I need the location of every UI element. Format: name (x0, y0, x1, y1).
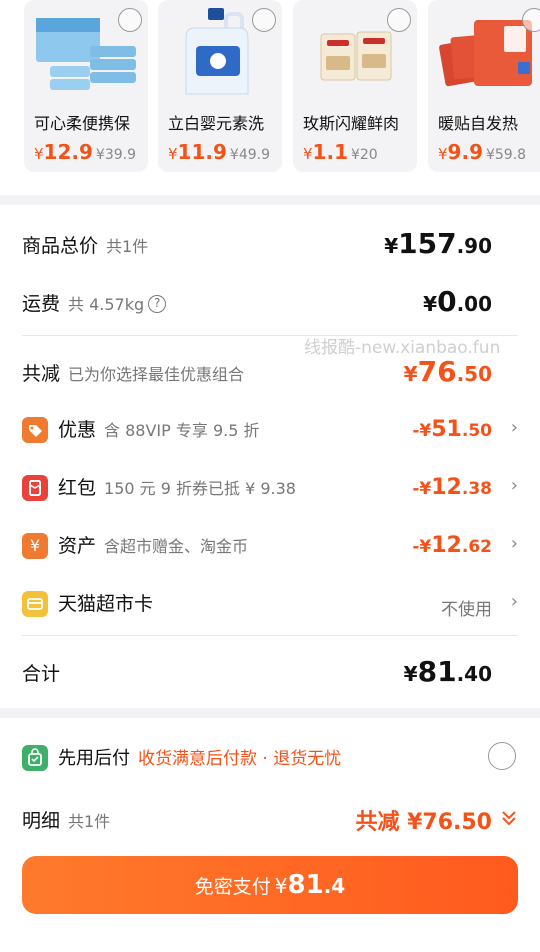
detail-row[interactable]: 明细 共1件 共减 ¥76.50 (22, 806, 518, 835)
supermarket-card-row[interactable]: 天猫超市卡 不使用 › (22, 589, 518, 620)
product-select-circle[interactable] (252, 8, 276, 32)
double-chevron-down-icon[interactable] (500, 808, 518, 832)
product-price: ¥1.1 ¥20 (303, 140, 378, 164)
detail-label: 明细 (22, 810, 61, 832)
product-card[interactable]: 可心柔便携保 ¥12.9 ¥39.9 (24, 0, 148, 172)
pay-later-row[interactable]: 先用后付 收货满意后付款 · 退货无忧 (22, 744, 518, 773)
yen-coin-icon: ¥ (22, 532, 48, 559)
chevron-right-icon: › (510, 475, 518, 496)
product-name: 可心柔便携保 (34, 114, 131, 133)
shipping-row: 运费共 4.57kg? ¥0.00 (22, 285, 518, 318)
shipping-amount: ¥0.00 (423, 285, 492, 318)
product-select-circle[interactable] (522, 8, 540, 32)
card-value: 不使用 (441, 600, 492, 620)
pay-button[interactable]: 免密支付 ¥81.4 (22, 856, 518, 914)
divider (22, 635, 518, 636)
chevron-right-icon: › (510, 417, 518, 438)
reduction-label: 共减 (22, 363, 61, 385)
order-summary: 商品总价 共1件 ¥157.90 运费共 4.57kg? ¥0.00 线报酷-ne… (0, 205, 540, 708)
promo-amount: -¥51.50 (412, 417, 492, 442)
subtotal-amount: ¥157.90 (384, 227, 492, 260)
detail-reduction: 共减 ¥76.50 (355, 810, 492, 835)
card-label: 天猫超市卡 (58, 593, 154, 615)
shipping-label: 运费 (22, 293, 61, 315)
product-card[interactable]: 玫斯闪耀鲜肉 ¥1.1 ¥20 (293, 0, 417, 172)
total-label: 合计 (22, 663, 61, 685)
reduction-desc: 已为你选择最佳优惠组合 (68, 365, 245, 384)
redpack-desc: 150 元 9 折券已抵 ¥ 9.38 (104, 479, 296, 498)
promo-row[interactable]: 优惠含 88VIP 专享 9.5 折 -¥51.50 › (22, 415, 518, 445)
detail-count: 共1件 (68, 812, 111, 831)
subtotal-count: 共1件 (106, 237, 149, 256)
product-name: 立白婴元素洗 (168, 114, 265, 133)
chevron-right-icon: › (510, 533, 518, 554)
red-packet-icon (22, 474, 48, 501)
shipping-weight: 共 4.57kg (68, 295, 145, 314)
pay-later-radio[interactable] (488, 742, 516, 770)
recommended-products: 可心柔便携保 ¥12.9 ¥39.9 立白婴元素洗 ¥11.9 ¥49.9 玫斯… (0, 0, 540, 195)
shopping-bag-check-icon (22, 744, 48, 771)
tag-icon (22, 416, 48, 443)
pay-later-desc: 收货满意后付款 · 退货无忧 (138, 749, 342, 769)
reduction-amount: ¥76.50 (403, 355, 492, 388)
help-icon[interactable]: ? (148, 294, 167, 313)
product-price: ¥12.9 ¥39.9 (34, 140, 136, 164)
promo-label: 优惠 (58, 419, 97, 441)
total-row: 合计 ¥81.40 (22, 655, 518, 688)
redpack-label: 红包 (58, 477, 97, 499)
product-select-circle[interactable] (387, 8, 411, 32)
redpack-amount: -¥12.38 (412, 475, 492, 500)
redpack-row[interactable]: 红包 150 元 9 折券已抵 ¥ 9.38 -¥12.38 › (22, 473, 518, 503)
total-reduction-row: 共减 已为你选择最佳优惠组合 ¥76.50 (22, 355, 518, 388)
product-price: ¥9.9 ¥59.8 (438, 140, 527, 164)
asset-desc: 含超市赠金、淘金币 (104, 537, 249, 556)
subtotal-label: 商品总价 (22, 235, 99, 257)
asset-label: 资产 (58, 535, 97, 557)
asset-row[interactable]: ¥ 资产 含超市赠金、淘金币 -¥12.62 › (22, 531, 518, 561)
promo-desc: 含 88VIP 专享 9.5 折 (104, 421, 260, 440)
product-select-circle[interactable] (118, 8, 142, 32)
card-icon (22, 590, 48, 617)
checkout-bar: 先用后付 收货满意后付款 · 退货无忧 明细 共1件 共减 ¥76.50 免密支付 ¥… (0, 718, 540, 952)
product-name: 暖贴自发热 (438, 114, 519, 133)
product-price: ¥11.9 ¥49.9 (168, 140, 270, 164)
pay-later-label: 先用后付 (58, 748, 130, 769)
chevron-right-icon: › (510, 591, 518, 612)
total-amount: ¥81.40 (403, 655, 492, 688)
product-name: 玫斯闪耀鲜肉 (303, 114, 400, 133)
subtotal-row: 商品总价 共1件 ¥157.90 (22, 227, 518, 260)
product-card[interactable]: 立白婴元素洗 ¥11.9 ¥49.9 (158, 0, 282, 172)
product-card[interactable]: 暖贴自发热 ¥9.9 ¥59.8 (428, 0, 540, 172)
asset-amount: -¥12.62 (412, 533, 492, 558)
